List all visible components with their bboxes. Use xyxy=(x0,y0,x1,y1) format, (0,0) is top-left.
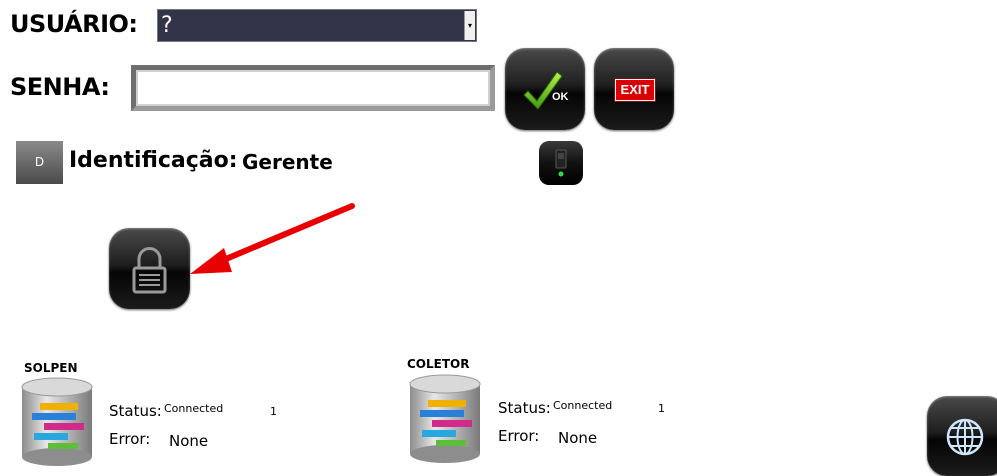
globe-icon xyxy=(946,418,984,456)
identification-badge: D xyxy=(16,141,63,184)
device-button[interactable] xyxy=(539,141,583,185)
identification-label: Identificação: xyxy=(69,148,238,173)
database-icon xyxy=(409,374,481,463)
status-label: Status: xyxy=(109,402,162,420)
error-value: None xyxy=(169,432,209,450)
identification-value: Gerente xyxy=(242,150,333,174)
exit-icon: EXIT xyxy=(614,78,656,102)
lock-icon xyxy=(132,247,167,294)
globe-button[interactable] xyxy=(927,396,997,476)
ok-label: OK xyxy=(552,91,569,103)
status-value: Connected xyxy=(164,402,224,415)
device-icon xyxy=(555,149,567,177)
password-label: SENHA: xyxy=(10,73,110,101)
check-icon xyxy=(523,71,563,110)
user-select-value: ? xyxy=(161,13,173,38)
lock-button[interactable] xyxy=(109,228,190,309)
ok-button[interactable]: OK xyxy=(505,48,585,130)
db-title: COLETOR xyxy=(407,357,470,371)
password-input[interactable] xyxy=(131,65,495,111)
exit-button[interactable]: EXIT xyxy=(594,48,674,130)
exit-label: EXIT xyxy=(620,82,650,97)
user-select[interactable]: ? ▾ xyxy=(157,9,477,42)
status-value: Connected xyxy=(553,399,613,412)
db-title: SOLPEN xyxy=(24,361,78,375)
chevron-down-icon[interactable]: ▾ xyxy=(464,11,475,40)
user-label: USUÁRIO: xyxy=(10,10,138,38)
error-label: Error: xyxy=(109,430,151,448)
status-label: Status: xyxy=(498,399,551,417)
connection-count: 1 xyxy=(658,402,665,415)
error-value: None xyxy=(558,429,598,447)
connection-count: 1 xyxy=(270,405,277,418)
database-icon xyxy=(21,377,93,466)
error-label: Error: xyxy=(498,427,540,445)
annotation-arrow xyxy=(190,203,355,274)
